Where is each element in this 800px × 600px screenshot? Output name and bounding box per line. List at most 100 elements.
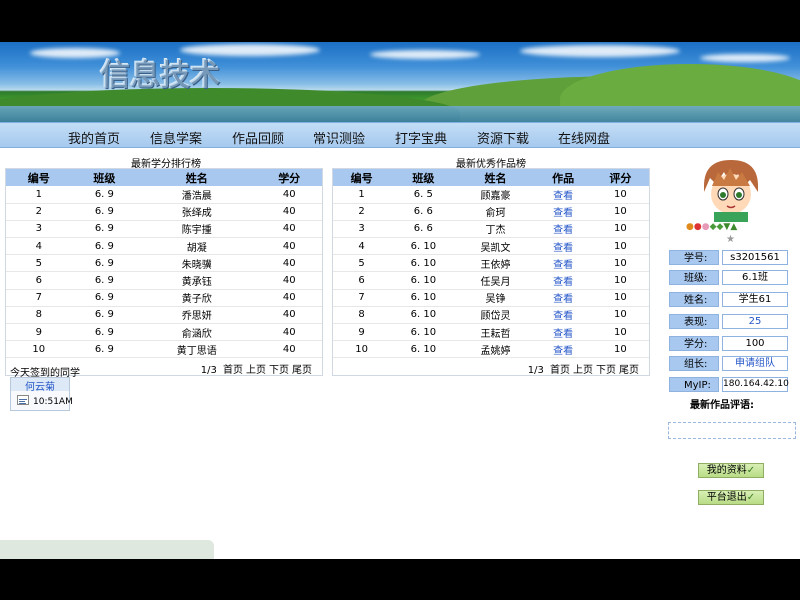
table-cell: 9 (6, 323, 72, 342)
table-row: 7 6. 10 吴铮 查看 10 (333, 289, 649, 307)
view-work-link[interactable]: 查看 (534, 237, 592, 256)
label-ip: MyIP: (669, 377, 719, 392)
table-row: 8 6. 10 顾岱灵 查看 10 (333, 306, 649, 325)
works-rank-panel: 编号 班级 姓名 作品 评分 1 6. 5 顾嘉豪 查看 10 2 6. 6 俞珂 查看 10 3 6… (332, 168, 650, 376)
table-row: 4 6. 10 吴凯文 查看 10 (333, 237, 649, 256)
view-work-link[interactable]: 查看 (534, 306, 592, 325)
table-row: 9 6. 10 王耘哲 查看 10 (333, 323, 649, 342)
view-work-link[interactable]: 查看 (534, 254, 592, 273)
table-cell: 40 (256, 220, 322, 239)
pager-last[interactable]: 尾页 (619, 365, 639, 376)
table-cell: 孟姚婷 (456, 340, 535, 359)
pager-next[interactable]: 下页 (269, 365, 289, 376)
badge-icons: ●●●◆◆▼▲ (686, 222, 738, 232)
table-cell: 6 (333, 271, 391, 290)
table-cell: 6. 9 (71, 289, 138, 307)
table-cell: 40 (256, 323, 322, 342)
nav-lesson-plans[interactable]: 信息学案 (150, 128, 202, 147)
credit-pager: 1/3 首页 上页 下页 尾页 (198, 361, 312, 376)
web-page: 信息技术 我的首页 信息学案 作品回顾 常识测验 打字宝典 资源下载 在线网盘 … (0, 42, 800, 559)
table-row: 9 6. 9 俞涵欣 40 (6, 323, 322, 342)
apply-team-link[interactable]: 申请组队 (722, 356, 788, 371)
col-credit: 学分 (256, 169, 322, 186)
table-cell: 3 (6, 220, 72, 239)
pager-first[interactable]: 首页 (550, 365, 570, 376)
label-class: 班级: (669, 270, 719, 285)
nav-online-disk[interactable]: 在线网盘 (558, 128, 610, 147)
table-cell: 40 (256, 237, 322, 256)
table-cell: 10 (591, 323, 649, 342)
pager-prev[interactable]: 上页 (573, 365, 593, 376)
view-work-link[interactable]: 查看 (534, 323, 592, 342)
table-cell: 40 (256, 186, 322, 204)
signin-card[interactable]: 何云菊 10:51AM (10, 377, 73, 411)
table-cell: 10 (591, 271, 649, 290)
label-performance: 表现: (669, 314, 719, 329)
table-cell: 6. 10 (390, 289, 457, 307)
view-work-link[interactable]: 查看 (534, 220, 592, 239)
pager-first[interactable]: 首页 (223, 365, 243, 376)
table-row: 5 6. 10 王依婷 查看 10 (333, 254, 649, 273)
nav-works-review[interactable]: 作品回顾 (232, 128, 284, 147)
col-work: 作品 (534, 169, 592, 186)
view-work-link[interactable]: 查看 (534, 203, 592, 221)
table-cell: 黄子欣 (137, 289, 257, 307)
table-cell: 6. 6 (390, 203, 457, 221)
label-credit: 学分: (669, 336, 719, 351)
table-cell: 8 (6, 306, 72, 325)
credit-rank-table: 编号 班级 姓名 学分 1 6. 9 潘浩晨 40 2 6. 9 张绎成 40 3 6. 9 陈宇揰… (6, 169, 322, 359)
view-work-link[interactable]: 查看 (534, 340, 592, 359)
my-profile-label: 我的资料 (706, 465, 747, 476)
view-work-link[interactable]: 查看 (534, 289, 592, 307)
nav-quiz[interactable]: 常识测验 (313, 128, 365, 147)
table-cell: 任吴月 (456, 271, 535, 290)
logout-button[interactable]: 平台退出✓ (698, 490, 764, 505)
table-cell: 6. 10 (390, 323, 457, 342)
check-icon: ✓ (746, 465, 756, 476)
value-credit: 100 (722, 336, 788, 351)
view-work-link[interactable]: 查看 (534, 271, 592, 290)
table-cell: 丁杰 (456, 220, 535, 239)
nav-downloads[interactable]: 资源下载 (477, 128, 529, 147)
label-student-id: 学号: (669, 250, 719, 265)
comments-title: 最新作品评语: (690, 400, 754, 411)
table-row: 5 6. 9 朱晓骥 40 (6, 254, 322, 273)
table-cell: 6. 9 (71, 306, 138, 325)
table-cell: 6. 10 (390, 271, 457, 290)
table-cell: 6. 9 (71, 237, 138, 256)
table-cell: 吴凯文 (456, 237, 535, 256)
table-cell: 潘浩晨 (137, 186, 257, 204)
table-cell: 顾岱灵 (456, 306, 535, 325)
table-cell: 6. 9 (71, 254, 138, 273)
table-cell: 10 (6, 340, 72, 359)
table-cell: 7 (6, 289, 72, 307)
pager-last[interactable]: 尾页 (292, 365, 312, 376)
pager-page: 1/3 (200, 365, 217, 376)
table-cell: 9 (333, 323, 391, 342)
col-score: 评分 (591, 169, 649, 186)
col-number: 编号 (333, 169, 391, 186)
works-rank-table: 编号 班级 姓名 作品 评分 1 6. 5 顾嘉豪 查看 10 2 6. 6 俞珂 查看 10 3 6… (333, 169, 649, 359)
table-cell: 10 (591, 340, 649, 359)
my-profile-button[interactable]: 我的资料✓ (698, 463, 764, 478)
col-class: 班级 (390, 169, 457, 186)
nav-home[interactable]: 我的首页 (68, 128, 120, 147)
table-cell: 俞珂 (456, 203, 535, 221)
banner: 信息技术 (0, 42, 800, 122)
signin-student-name[interactable]: 何云菊 (11, 378, 69, 393)
table-cell: 8 (333, 306, 391, 325)
value-performance-link[interactable]: 25 (722, 314, 788, 329)
works-pager: 1/3 首页 上页 下页 尾页 (525, 361, 639, 376)
pager-prev[interactable]: 上页 (246, 365, 266, 376)
view-work-link[interactable]: 查看 (534, 186, 592, 204)
screen: 信息技术 我的首页 信息学案 作品回顾 常识测验 打字宝典 资源下载 在线网盘 … (0, 0, 800, 600)
table-cell: 10 (591, 186, 649, 204)
table-row: 1 6. 5 顾嘉豪 查看 10 (333, 186, 649, 204)
table-row: 4 6. 9 胡凝 40 (6, 237, 322, 256)
table-cell: 6. 9 (71, 220, 138, 239)
pager-next[interactable]: 下页 (596, 365, 616, 376)
table-cell: 5 (6, 254, 72, 273)
nav-typing[interactable]: 打字宝典 (395, 128, 447, 147)
table-row: 6 6. 9 黄承钰 40 (6, 271, 322, 290)
signin-time: 10:51AM (33, 397, 73, 407)
